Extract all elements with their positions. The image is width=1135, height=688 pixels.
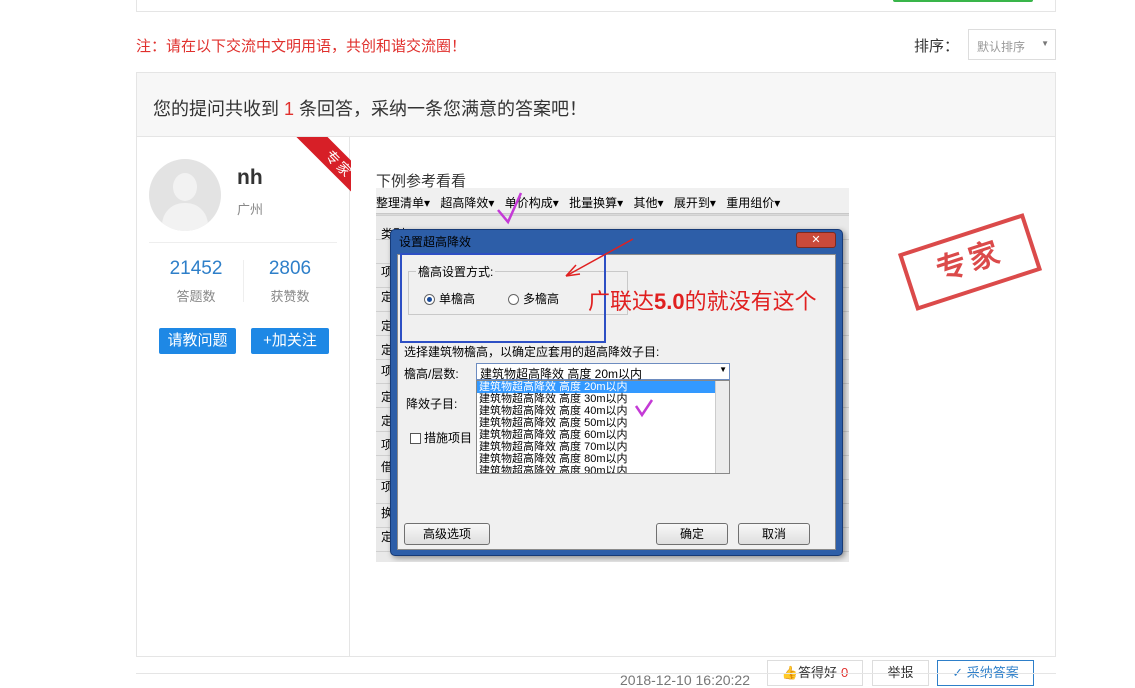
chevron-down-icon: ▼: [1041, 39, 1049, 48]
sort-label: 排序：: [914, 38, 960, 55]
answer-screenshot[interactable]: 整理清单▾ 超高降效▾ 单价构成▾ 批量换算▾ 其他▾ 展开到▾ 重用组价▾ 类…: [376, 188, 849, 562]
avatar-body-shape: [162, 203, 208, 231]
answers-stat: 21452 答题数: [151, 258, 241, 305]
expert-ribbon-label: 专家: [295, 137, 351, 201]
answer-count-header: 您的提问共收到 1 条回答，采纳一条您满意的答案吧！: [137, 73, 1055, 137]
previous-card-green-button[interactable]: [893, 0, 1033, 2]
follow-button[interactable]: +加关注: [251, 328, 329, 354]
checkmark-icon: [634, 399, 654, 418]
sort-select[interactable]: 默认排序 ▼: [968, 29, 1056, 60]
answer-content: 下例参考看看 整理清单▾ 超高降效▾ 单价构成▾ 批量换算▾ 其他▾ 展开到▾ …: [351, 137, 1056, 688]
checkmark-icon: [497, 192, 523, 225]
avatar-head-shape: [173, 173, 197, 201]
answer-header-suffix: 条回答，采纳一条您满意的答案吧！: [299, 99, 588, 119]
annotation-text: 广联达5.0的就没有这个: [588, 289, 817, 315]
answer-header-prefix: 您的提问共收到: [153, 99, 279, 119]
divider: [149, 242, 337, 243]
answer-box: 您的提问共收到 1 条回答，采纳一条您满意的答案吧！ nh 广州 专家 2145…: [136, 72, 1056, 688]
arrow-icon: [565, 238, 634, 277]
likes-count: 2806: [268, 258, 312, 279]
answerer-location: 广州: [237, 202, 264, 217]
annotation-marks: [497, 192, 654, 418]
answerer-name[interactable]: nh: [237, 166, 263, 190]
likes-stat: 2806 获赞数: [245, 258, 335, 305]
answer-timestamp: 2018-12-10 16:20:22: [620, 672, 750, 688]
arrow-head-icon: [565, 264, 581, 277]
answerer-panel: nh 广州 专家 21452 答题数 2806 获赞数 请教问题 +加关注: [137, 137, 351, 657]
civility-notice: 注：请在以下交流中文明用语，共创和谐交流圈！: [136, 38, 467, 55]
expert-ribbon: 专家: [287, 137, 351, 201]
expert-stamp: 专家: [897, 213, 1043, 311]
avatar[interactable]: [149, 159, 221, 231]
answer-count: 1: [284, 99, 295, 119]
answers-count: 21452: [169, 258, 223, 279]
sort-selected-value: 默认排序: [977, 40, 1026, 54]
bottom-divider: [136, 673, 1056, 674]
ask-question-button[interactable]: 请教问题: [159, 328, 236, 354]
likes-label: 获赞数: [270, 289, 310, 304]
answers-label: 答题数: [176, 289, 216, 304]
stat-separator: [243, 260, 244, 302]
